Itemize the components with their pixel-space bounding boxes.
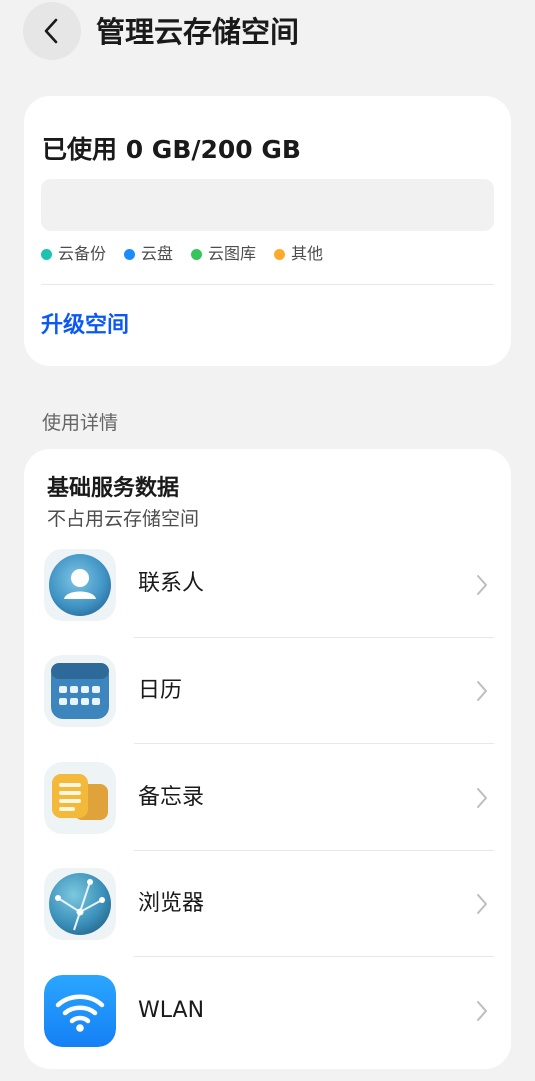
calendar-icon (44, 655, 116, 727)
section-label-usage-details: 使用详情 (42, 412, 119, 434)
legend-item-cloud-gallery: 云图库 (191, 243, 256, 265)
list-item-label: WLAN (138, 998, 205, 1023)
upgrade-storage-link[interactable]: 升级空间 (41, 311, 129, 341)
storage-legend: 云备份 云盘 云图库 其他 (41, 243, 341, 265)
legend-dot (191, 248, 203, 260)
legend-item-cloud-backup: 云备份 (41, 243, 106, 265)
browser-icon (44, 868, 116, 940)
page-title: 管理云存储空间 (96, 15, 300, 49)
storage-used-text: 已使用 0 GB/200 GB (42, 135, 301, 164)
legend-label: 云图库 (208, 244, 257, 263)
list-item-label: 联系人 (138, 571, 205, 596)
divider (134, 956, 494, 957)
divider (41, 284, 494, 285)
chevron-right-icon (477, 894, 487, 914)
chevron-right-icon (477, 788, 487, 808)
back-button[interactable] (23, 2, 81, 60)
usage-details-card: 基础服务数据 不占用云存储空间 联系人 日历 备忘录 浏览器 WLAN (24, 449, 511, 1069)
legend-item-cloud-drive: 云盘 (124, 243, 173, 265)
legend-label: 其他 (291, 244, 324, 263)
list-item-label: 日历 (138, 678, 183, 703)
list-item-label: 浏览器 (138, 891, 205, 916)
chevron-right-icon (477, 1001, 487, 1021)
chevron-right-icon (477, 681, 487, 701)
chevron-left-icon (44, 18, 58, 44)
group-subtitle: 不占用云存储空间 (47, 508, 200, 530)
page: 管理云存储空间 已使用 0 GB/200 GB 云备份 云盘 云图库 其他 升级… (0, 0, 535, 1081)
legend-label: 云备份 (58, 244, 107, 263)
legend-dot (124, 248, 136, 260)
group-title: 基础服务数据 (47, 476, 180, 501)
legend-item-other: 其他 (274, 243, 323, 265)
legend-dot (41, 248, 52, 260)
storage-usage-bar (41, 179, 494, 231)
divider (134, 743, 494, 744)
notes-icon (44, 762, 116, 834)
chevron-right-icon (477, 575, 487, 595)
divider (134, 637, 494, 638)
list-item-label: 备忘录 (138, 785, 205, 810)
header: 管理云存储空间 (0, 0, 535, 64)
legend-dot (274, 248, 286, 260)
legend-label: 云盘 (141, 244, 174, 263)
contacts-icon (44, 549, 116, 621)
storage-card: 已使用 0 GB/200 GB 云备份 云盘 云图库 其他 升级空间 (24, 96, 511, 366)
wifi-icon (44, 975, 116, 1047)
divider (134, 850, 494, 851)
